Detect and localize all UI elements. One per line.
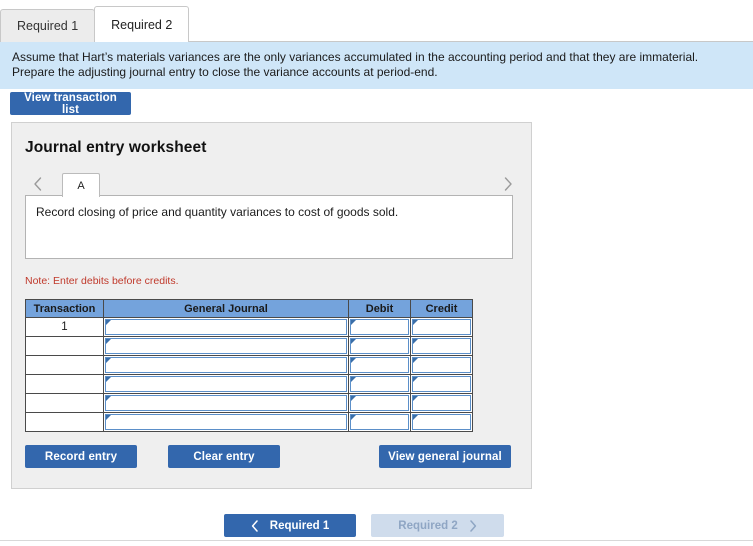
instruction-line-1: Assume that Hart’s materials variances a… <box>12 50 699 64</box>
general-journal-input[interactable] <box>105 376 347 392</box>
transaction-number-cell <box>25 393 104 413</box>
chevron-right-icon <box>469 519 477 532</box>
worksheet-entry-tab-label: A <box>77 179 85 192</box>
chevron-left-icon <box>251 519 259 532</box>
tab-required-2-label: Required 2 <box>111 17 173 32</box>
credit-input[interactable] <box>412 319 471 335</box>
general-journal-cell <box>103 412 349 432</box>
record-entry-button[interactable]: Record entry <box>25 445 137 468</box>
entry-description-box: Record closing of price and quantity var… <box>25 195 513 259</box>
table-row <box>25 374 473 394</box>
column-header-debit: Debit <box>348 299 411 318</box>
credit-input[interactable] <box>412 414 471 430</box>
instruction-banner: Assume that Hart’s materials variances a… <box>0 42 753 89</box>
pager-previous-required-1[interactable]: Required 1 <box>224 514 356 537</box>
debit-input[interactable] <box>350 395 409 411</box>
general-journal-input[interactable] <box>105 319 347 335</box>
debit-cell <box>348 355 411 375</box>
journal-entry-table-body: 1 <box>25 317 473 432</box>
transaction-number-cell <box>25 374 104 394</box>
tab-required-1[interactable]: Required 1 <box>0 9 96 42</box>
pager-next-label: Required 2 <box>398 519 458 532</box>
chevron-left-icon[interactable] <box>26 171 48 196</box>
table-row <box>25 336 473 356</box>
general-journal-cell <box>103 317 349 337</box>
journal-entry-worksheet-panel: Journal entry worksheet A Record closing… <box>11 122 532 489</box>
general-journal-input[interactable] <box>105 357 347 373</box>
tab-required-1-label: Required 1 <box>17 19 79 33</box>
credit-cell <box>410 336 473 356</box>
table-row <box>25 355 473 375</box>
transaction-number-cell <box>25 412 104 432</box>
debit-input[interactable] <box>350 338 409 354</box>
column-header-credit: Credit <box>410 299 473 318</box>
entry-description-text: Record closing of price and quantity var… <box>36 205 399 219</box>
general-journal-input[interactable] <box>105 338 347 354</box>
column-header-general-journal: General Journal <box>103 299 349 318</box>
debit-input[interactable] <box>350 319 409 335</box>
general-journal-cell <box>103 336 349 356</box>
general-journal-cell <box>103 393 349 413</box>
credit-cell <box>410 317 473 337</box>
table-row <box>25 412 473 432</box>
credit-cell <box>410 355 473 375</box>
debit-cell <box>348 317 411 337</box>
journal-entry-table: Transaction General Journal Debit Credit… <box>25 299 473 432</box>
worksheet-entry-tab-a[interactable]: A <box>62 173 100 197</box>
debits-before-credits-note: Note: Enter debits before credits. <box>25 275 179 287</box>
debit-input[interactable] <box>350 414 409 430</box>
transaction-number-cell: 1 <box>25 317 104 337</box>
worksheet-tab-row: A <box>20 171 525 197</box>
requirement-tabstrip: Required 1 Required 2 <box>0 0 753 42</box>
transaction-number-cell <box>25 336 104 356</box>
debit-cell <box>348 374 411 394</box>
debit-cell <box>348 336 411 356</box>
general-journal-input[interactable] <box>105 395 347 411</box>
credit-input[interactable] <box>412 395 471 411</box>
chevron-right-icon[interactable] <box>497 171 519 196</box>
table-row <box>25 393 473 413</box>
general-journal-input[interactable] <box>105 414 347 430</box>
view-transaction-list-button[interactable]: View transaction list <box>10 92 131 116</box>
pager-previous-label: Required 1 <box>269 519 330 532</box>
credit-cell <box>410 393 473 413</box>
general-journal-cell <box>103 355 349 375</box>
pager-next-required-2: Required 2 <box>371 514 504 537</box>
clear-entry-button[interactable]: Clear entry <box>168 445 280 468</box>
view-general-journal-button[interactable]: View general journal <box>379 445 511 468</box>
transaction-number-cell <box>25 355 104 375</box>
worksheet-title: Journal entry worksheet <box>25 139 207 156</box>
table-row: 1 <box>25 317 473 337</box>
column-header-transaction: Transaction <box>25 299 104 318</box>
credit-cell <box>410 412 473 432</box>
general-journal-cell <box>103 374 349 394</box>
table-header-row: Transaction General Journal Debit Credit <box>25 299 473 318</box>
pager-divider <box>0 540 753 541</box>
credit-input[interactable] <box>412 376 471 392</box>
debit-input[interactable] <box>350 357 409 373</box>
debit-input[interactable] <box>350 376 409 392</box>
tab-required-2[interactable]: Required 2 <box>94 6 190 42</box>
debit-cell <box>348 393 411 413</box>
instruction-line-2: Prepare the adjusting journal entry to c… <box>12 65 438 79</box>
credit-cell <box>410 374 473 394</box>
credit-input[interactable] <box>412 357 471 373</box>
credit-input[interactable] <box>412 338 471 354</box>
debit-cell <box>348 412 411 432</box>
